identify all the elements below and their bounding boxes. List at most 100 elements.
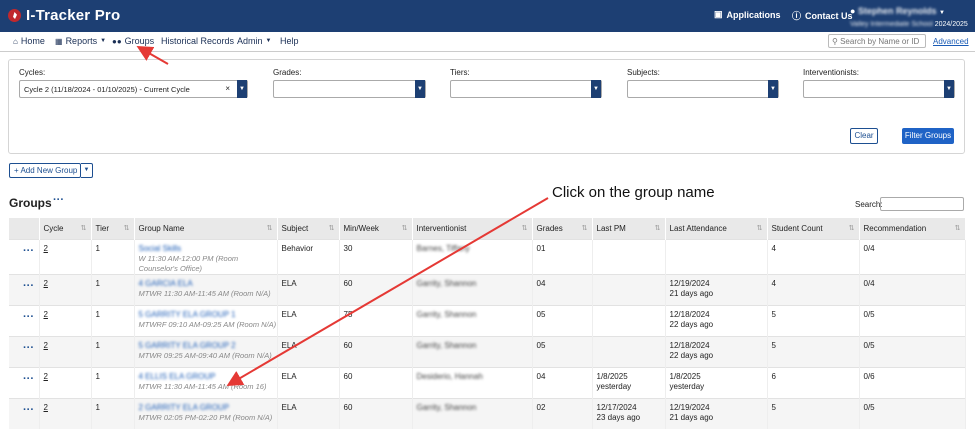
column-header[interactable]: Last Attendance ⇅ bbox=[665, 218, 768, 239]
clear-icon[interactable]: × bbox=[225, 84, 230, 93]
column-header[interactable]: Recommendation ⇅ bbox=[859, 218, 966, 239]
app-logo[interactable]: I-Tracker Pro bbox=[8, 7, 120, 24]
cycles-select[interactable]: Cycle 2 (11/18/2024 - 01/10/2025) - Curr… bbox=[19, 80, 248, 98]
chevron-down-icon[interactable]: ▼ bbox=[944, 80, 954, 98]
table-row: ··· 2 1 2 GARRITY ELA GROUP MTWR 02:05 PM-02… bbox=[9, 397, 966, 429]
table-cell: 12/18/2024 22 days ago bbox=[665, 304, 768, 336]
row-actions-icon[interactable]: ··· bbox=[13, 280, 34, 292]
last-pm-date: 12/17/2024 bbox=[596, 402, 637, 412]
cycle-link[interactable]: 2 bbox=[44, 372, 48, 381]
add-group-dropdown-button[interactable]: ▼ bbox=[81, 163, 93, 178]
table-cell: ··· bbox=[9, 335, 40, 367]
contact-label: Contact Us bbox=[805, 10, 853, 21]
sort-icon: ⇅ bbox=[654, 225, 661, 232]
school-year: 2024/2025 bbox=[934, 21, 968, 28]
row-actions-icon[interactable]: ··· bbox=[13, 311, 34, 323]
column-header[interactable]: Grades ⇅ bbox=[532, 218, 593, 239]
table-cell: 60 bbox=[339, 335, 413, 367]
column-header[interactable]: Subject ⇅ bbox=[277, 218, 340, 239]
more-options-icon[interactable]: ··· bbox=[53, 194, 64, 206]
column-header[interactable]: Last PM ⇅ bbox=[592, 218, 666, 239]
nav-admin[interactable]: Admin ▼ bbox=[237, 36, 271, 46]
nav-historical-records[interactable]: Historical Records bbox=[161, 36, 234, 46]
chevron-down-icon[interactable]: ▼ bbox=[415, 80, 425, 98]
user-menu[interactable]: ● Stephen Reynolds ▼ Valley Intermediate… bbox=[850, 6, 968, 30]
table-cell: Garrity, Shannon bbox=[412, 397, 533, 429]
column-header-label: Student Count bbox=[771, 223, 823, 233]
table-row: ··· 2 1 4 GARCIA ELA MTWR 11:30 AM-11:45 AM … bbox=[9, 273, 966, 305]
interventionist-value: Desiderio, Hannah bbox=[416, 371, 483, 381]
nav-reports[interactable]: ▦ Reports ▼ bbox=[55, 36, 106, 46]
tiers-select[interactable]: ▼ bbox=[450, 80, 602, 98]
table-cell: 05 bbox=[532, 335, 593, 367]
row-actions-icon[interactable]: ··· bbox=[13, 245, 34, 257]
group-name-link[interactable]: 4 ELLIS ELA GROUP bbox=[139, 372, 277, 382]
chevron-down-icon: ▼ bbox=[938, 10, 945, 16]
table-cell: 2 GARRITY ELA GROUP MTWR 02:05 PM-02:20 P… bbox=[134, 397, 278, 429]
group-name-link[interactable]: 5 GARRITY ELA GROUP 1 bbox=[139, 310, 277, 320]
tiers-label: Tiers: bbox=[450, 68, 470, 77]
last-attendance-relative: yesterday bbox=[669, 381, 705, 391]
chevron-down-icon[interactable]: ▼ bbox=[768, 80, 778, 98]
column-header[interactable]: Student Count ⇅ bbox=[767, 218, 860, 239]
row-actions-icon[interactable]: ··· bbox=[13, 342, 34, 354]
last-pm-date: 1/8/2025 bbox=[596, 371, 628, 381]
column-header[interactable]: Group Name ⇅ bbox=[134, 218, 278, 239]
table-cell: 1 bbox=[91, 335, 135, 367]
min-week-value: 60 bbox=[343, 371, 353, 381]
subject-value: Behavior bbox=[281, 243, 314, 253]
add-new-group-button[interactable]: + Add New Group bbox=[9, 163, 81, 178]
column-header[interactable]: Cycle ⇅ bbox=[39, 218, 92, 239]
student-search-input[interactable]: ⚲ Search by Name or ID bbox=[828, 34, 926, 48]
advanced-search-link[interactable]: Advanced bbox=[933, 37, 969, 46]
sort-icon: ⇅ bbox=[954, 225, 961, 232]
cycle-link[interactable]: 2 bbox=[44, 244, 48, 253]
nav-help[interactable]: Help bbox=[280, 36, 299, 46]
chevron-down-icon[interactable]: ▼ bbox=[591, 80, 601, 98]
clear-button[interactable]: Clear bbox=[850, 128, 878, 144]
group-name-link[interactable]: 4 GARCIA ELA bbox=[139, 279, 277, 289]
nav-reports-label: Reports bbox=[65, 36, 98, 46]
interventionists-select[interactable]: ▼ bbox=[803, 80, 955, 98]
column-header[interactable]: Tier ⇅ bbox=[91, 218, 135, 239]
min-week-value: 60 bbox=[343, 278, 353, 288]
table-cell: 2 bbox=[39, 397, 92, 429]
column-header[interactable]: Interventionist ⇅ bbox=[412, 218, 533, 239]
applications-link[interactable]: ▣ Applications bbox=[714, 9, 781, 20]
document-icon: ▦ bbox=[55, 36, 63, 46]
chevron-down-icon[interactable]: ▼ bbox=[237, 80, 247, 98]
interventionist-value: Garrity, Shannon bbox=[416, 340, 477, 350]
cycle-link[interactable]: 2 bbox=[44, 403, 48, 412]
app-title: I-Tracker Pro bbox=[26, 7, 121, 24]
row-actions-icon[interactable]: ··· bbox=[13, 404, 34, 416]
group-name-link[interactable]: Social Skills bbox=[139, 244, 277, 254]
nav-groups[interactable]: ●● Groups bbox=[112, 36, 154, 46]
cycles-label: Cycles: bbox=[19, 68, 46, 77]
cycle-link[interactable]: 2 bbox=[44, 310, 48, 319]
subjects-select[interactable]: ▼ bbox=[627, 80, 779, 98]
cycle-link[interactable]: 2 bbox=[44, 341, 48, 350]
table-cell: 02 bbox=[532, 397, 593, 429]
row-actions-icon[interactable]: ··· bbox=[13, 373, 34, 385]
min-week-value: 75 bbox=[343, 309, 353, 319]
column-header-label: Interventionist bbox=[416, 223, 467, 233]
column-header-label: Last Attendance bbox=[669, 223, 727, 233]
grades-select[interactable]: ▼ bbox=[273, 80, 426, 98]
group-name-link[interactable]: 2 GARRITY ELA GROUP bbox=[139, 403, 277, 413]
table-cell bbox=[592, 304, 666, 336]
last-pm-relative: 23 days ago bbox=[596, 412, 641, 422]
table-cell: 5 bbox=[767, 397, 860, 429]
table-search-input[interactable] bbox=[880, 197, 964, 211]
sort-icon: ⇅ bbox=[80, 225, 87, 232]
recommendation-value: 0/4 bbox=[863, 243, 875, 253]
column-header[interactable]: Min/Week ⇅ bbox=[339, 218, 413, 239]
table-cell bbox=[592, 335, 666, 367]
contact-us-link[interactable]: ⓘ Contact Us bbox=[792, 9, 853, 22]
cycle-link[interactable]: 2 bbox=[44, 279, 48, 288]
nav-home[interactable]: ⌂ Home bbox=[13, 36, 45, 46]
group-name-link[interactable]: 5 GARRITY ELA GROUP 2 bbox=[139, 341, 277, 351]
table-cell: 1/8/2025 yesterday bbox=[665, 366, 768, 398]
filter-groups-button[interactable]: Filter Groups bbox=[902, 128, 954, 144]
grades-value: 04 bbox=[536, 278, 546, 288]
column-header-label: Tier bbox=[95, 223, 109, 233]
